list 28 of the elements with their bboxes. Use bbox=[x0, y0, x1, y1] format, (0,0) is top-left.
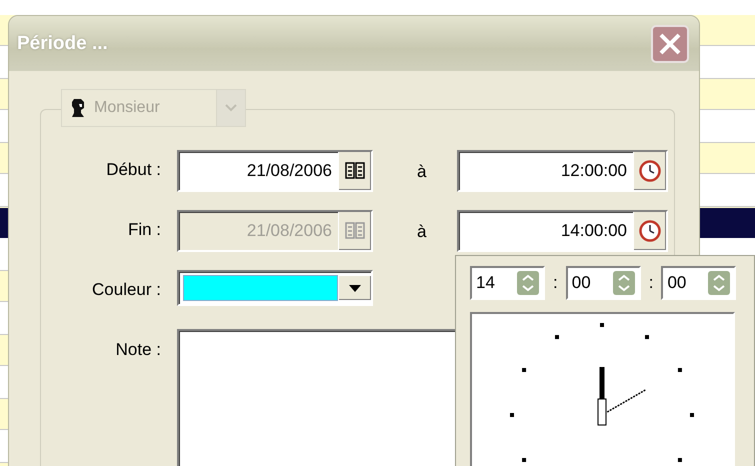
date-field[interactable]: 21/08/2006 bbox=[177, 150, 373, 192]
time-separator: : bbox=[553, 273, 558, 293]
color-dropdown[interactable] bbox=[177, 270, 373, 306]
person-icon bbox=[70, 98, 86, 118]
spin-arrows-icon[interactable] bbox=[708, 271, 730, 295]
separator-text: à bbox=[416, 221, 428, 243]
field-label: Note : bbox=[114, 339, 161, 361]
window-title: Période ... bbox=[17, 32, 108, 54]
calendar-icon bbox=[345, 162, 365, 180]
chevron-down-icon bbox=[224, 103, 238, 113]
field-label: Début : bbox=[105, 159, 161, 181]
spin-field[interactable]: 14 bbox=[470, 266, 545, 300]
close-button[interactable] bbox=[651, 24, 689, 62]
spin-arrows-icon[interactable] bbox=[517, 271, 539, 295]
calendar-icon bbox=[345, 222, 365, 240]
field-label: Fin : bbox=[126, 219, 161, 241]
field-label: Couleur : bbox=[91, 279, 161, 301]
clock-icon bbox=[639, 160, 661, 182]
spin-arrows-icon[interactable] bbox=[612, 271, 635, 295]
time-field[interactable]: 12:00:00 bbox=[457, 150, 668, 192]
clock-icon bbox=[639, 220, 661, 242]
time-field[interactable]: 14:00:00 bbox=[457, 210, 668, 252]
time-separator: : bbox=[648, 273, 654, 293]
close-icon[interactable] bbox=[658, 32, 682, 56]
spin-field[interactable]: 00 bbox=[566, 266, 641, 300]
dropdown-arrow-icon bbox=[349, 284, 361, 292]
separator-text: à bbox=[416, 161, 428, 183]
spin-field[interactable]: 00 bbox=[661, 266, 736, 300]
